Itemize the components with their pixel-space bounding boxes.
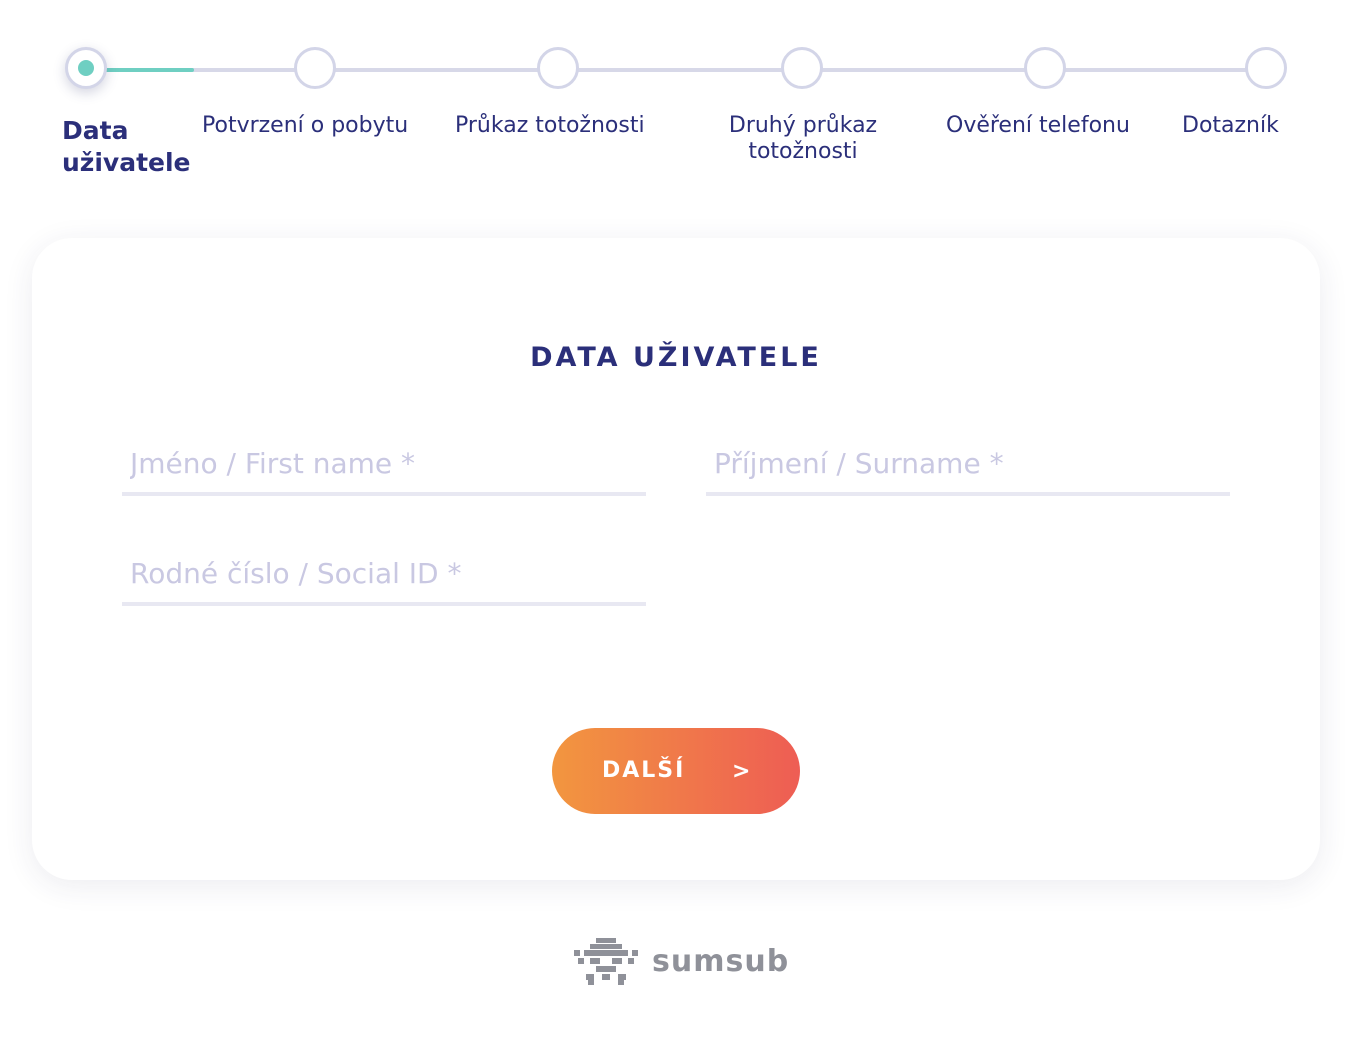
step-2-indicator[interactable]	[294, 47, 336, 89]
surname-input[interactable]	[706, 434, 1230, 492]
page: Data uživatele Potvrzení o pobytu Průkaz…	[0, 0, 1364, 1048]
step-3-label[interactable]: Průkaz totožnosti	[455, 113, 645, 139]
next-button[interactable]: DALŠÍ >	[552, 728, 800, 814]
surname-field	[706, 434, 1230, 496]
step-1-indicator[interactable]	[65, 47, 107, 89]
user-data-card: DATA UŽIVATELE DALŠÍ >	[32, 238, 1320, 880]
step-3-indicator[interactable]	[537, 47, 579, 89]
step-4-label-line2: totožnosti	[748, 139, 858, 164]
social-id-field	[122, 544, 646, 606]
first-name-field	[122, 434, 646, 496]
first-name-input[interactable]	[122, 434, 646, 492]
chevron-right-icon: >	[732, 759, 751, 784]
next-button-label: DALŠÍ	[602, 758, 686, 783]
step-4-label-line1: Druhý průkaz	[728, 113, 878, 138]
step-2-label[interactable]: Potvrzení o pobytu	[202, 113, 408, 139]
step-5-indicator[interactable]	[1024, 47, 1066, 89]
step-6-indicator[interactable]	[1245, 47, 1287, 89]
sumsub-wordmark: sumsub	[652, 944, 790, 979]
stepper-track	[86, 68, 1266, 72]
step-4-indicator[interactable]	[781, 47, 823, 89]
sumsub-logo: sumsub	[574, 938, 794, 988]
progress-stepper: Data uživatele Potvrzení o pobytu Průkaz…	[0, 0, 1364, 200]
form-title: DATA UŽIVATELE	[530, 342, 822, 373]
step-5-label[interactable]: Ověření telefonu	[946, 113, 1130, 139]
step-4-label[interactable]: Druhý průkaz totožnosti	[722, 113, 884, 165]
step-1-label[interactable]: Data uživatele	[62, 115, 212, 179]
social-id-input[interactable]	[122, 544, 646, 602]
step-6-label[interactable]: Dotazník	[1182, 113, 1279, 139]
active-step-dot	[78, 60, 94, 76]
sumsub-robot-icon	[574, 938, 638, 985]
